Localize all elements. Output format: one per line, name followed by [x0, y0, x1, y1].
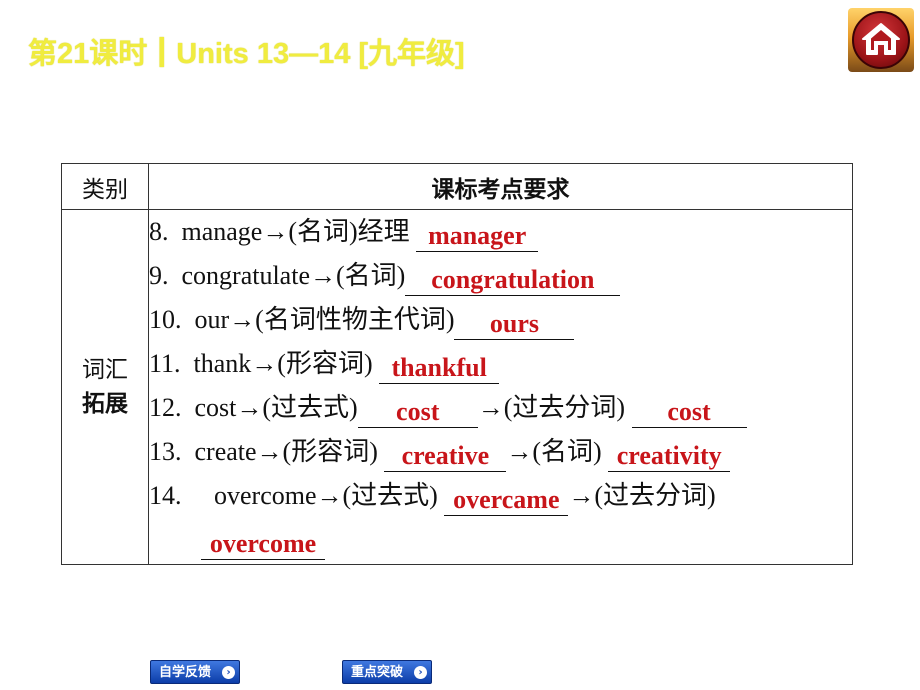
item-word-2: →(过去分词) — [568, 481, 716, 510]
answer-blank: thankful — [379, 353, 500, 384]
self-study-feedback-button[interactable]: 自学反馈 › — [150, 660, 240, 684]
item-row-12: 12. cost→(过去式) cost →(过去分词) cost — [149, 386, 852, 430]
chevron-right-icon: › — [414, 666, 427, 679]
answer-blank: overcame — [444, 485, 569, 516]
answer-blank: manager — [416, 221, 539, 252]
item-word: overcome→(过去式) — [214, 481, 438, 510]
self-study-label: 自学反馈 — [159, 665, 212, 680]
category-cell: 词汇 拓展 — [61, 209, 149, 565]
item-number: 13. — [149, 437, 182, 466]
answer-blank-2: creativity — [608, 441, 731, 472]
category-line1: 词汇 — [82, 357, 128, 383]
key-points-label: 重点突破 — [351, 665, 404, 680]
item-row-14-continued: overcome — [149, 518, 852, 564]
chevron-right-icon: › — [222, 666, 235, 679]
item-number: 10. — [149, 305, 182, 334]
item-word: thank→(形容词) — [193, 349, 373, 378]
item-row-14: 14. overcome→(过去式) overcame →(过去分词) — [149, 474, 852, 518]
answer-blank: congratulation — [405, 265, 621, 296]
home-button[interactable] — [848, 8, 914, 72]
answer-blank-2: overcome — [201, 529, 325, 560]
item-number: 8. — [149, 217, 169, 246]
item-word-2: →(名词) — [506, 437, 602, 466]
category-line2: 拓展 — [82, 391, 128, 417]
item-row-8: 8. manage→(名词)经理 manager — [149, 210, 852, 254]
item-word: manage→(名词)经理 — [181, 217, 410, 246]
column-header-requirement: 课标考点要求 — [148, 163, 853, 210]
item-row-10: 10. our→(名词性物主代词) ours — [149, 298, 852, 342]
item-word: cost→(过去式) — [194, 393, 358, 422]
item-number: 11. — [149, 349, 181, 378]
item-row-11: 11. thank→(形容词) thankful — [149, 342, 852, 386]
item-word: our→(名词性物主代词) — [194, 305, 455, 334]
column-header-category: 类别 — [61, 163, 149, 210]
home-icon — [862, 23, 900, 55]
item-word: congratulate→(名词) — [181, 261, 406, 290]
answer-blank: creative — [384, 441, 507, 472]
item-row-13: 13. create→(形容词) creative →(名词) creativit… — [149, 430, 852, 474]
item-number: 14. — [149, 481, 182, 510]
answer-blank: cost — [357, 397, 478, 428]
item-number: 9. — [149, 261, 169, 290]
vocab-table: 类别 课标考点要求 词汇 拓展 8. manage→(名词)经理 manager… — [61, 163, 853, 565]
item-word: create→(形容词) — [194, 437, 378, 466]
answer-blank-2: cost — [631, 397, 747, 428]
key-points-button[interactable]: 重点突破 › — [342, 660, 432, 684]
item-row-9: 9. congratulate→(名词) congratulation — [149, 254, 852, 298]
item-word-2: →(过去分词) — [477, 393, 626, 422]
page-title: 第21课时┃Units 13—14 [九年级] — [28, 38, 465, 70]
items-cell: 8. manage→(名词)经理 manager 9. congratulate… — [148, 209, 853, 565]
item-number: 12. — [149, 393, 182, 422]
answer-blank: ours — [454, 309, 575, 340]
